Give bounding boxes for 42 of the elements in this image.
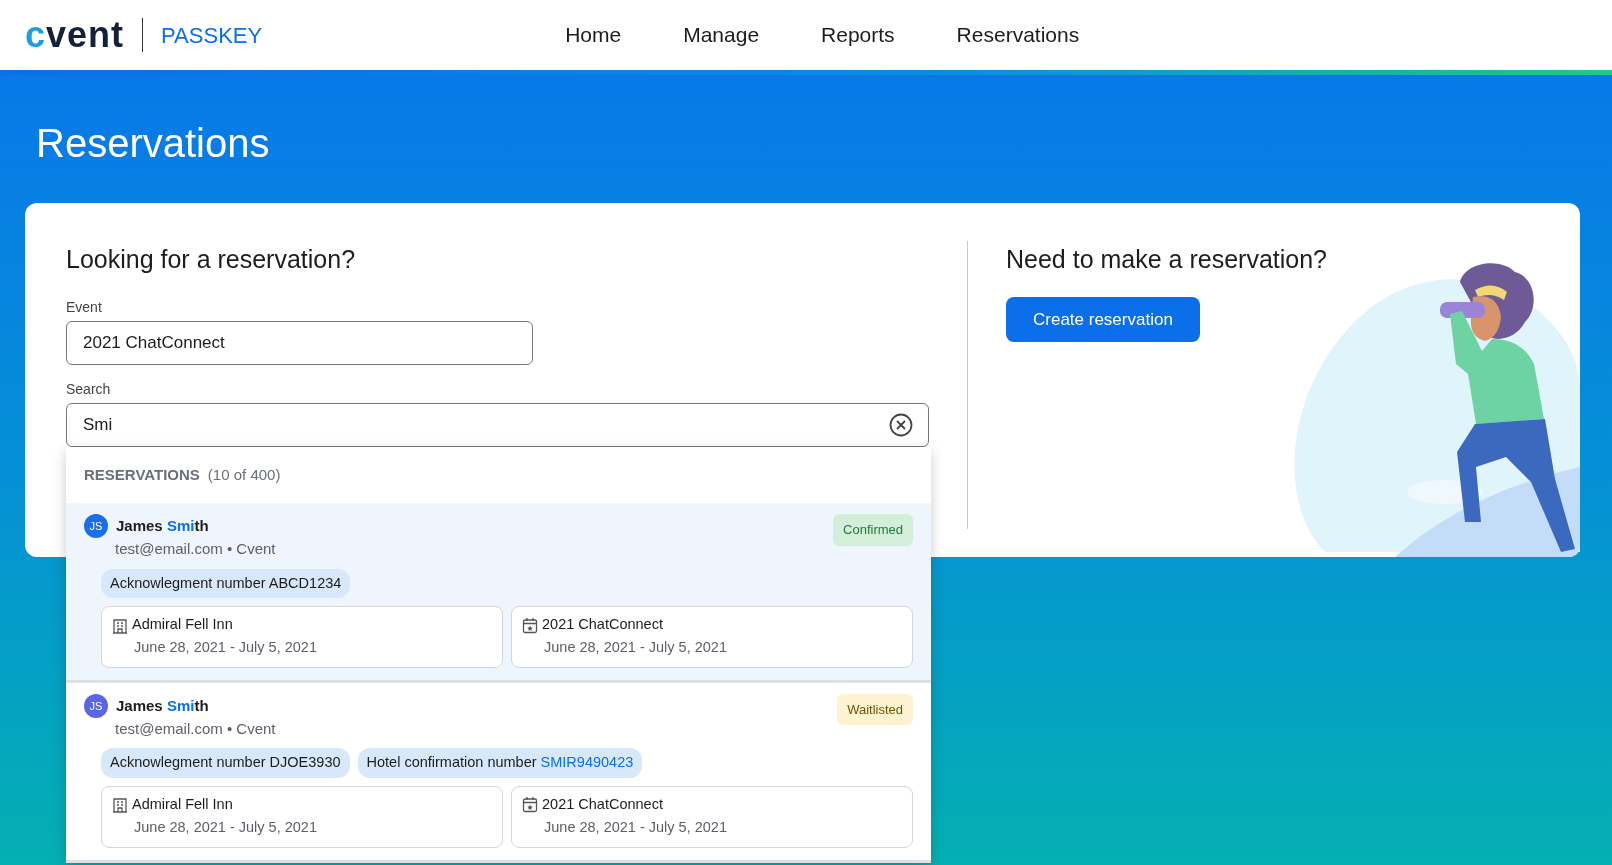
nav-link[interactable]: Reports xyxy=(790,19,926,51)
building-icon xyxy=(112,796,128,814)
reference-number: Acknowlegment number DJOE3930 xyxy=(101,748,350,778)
avatar: JS xyxy=(84,514,108,538)
nav-link[interactable]: Home xyxy=(534,19,653,51)
field-label: Search xyxy=(66,379,112,399)
detail-title: 2021 ChatConnect xyxy=(542,615,663,635)
status-badge: Confirmed xyxy=(833,514,913,546)
status-badge: Waitlisted xyxy=(837,693,913,726)
field-label: Event xyxy=(66,297,103,317)
detail-dates: June 28, 2021 - July 5, 2021 xyxy=(544,817,728,837)
guest-name: James Smith xyxy=(116,515,209,536)
page-title: Reservations xyxy=(35,120,271,167)
section-heading: Looking for a reservation? xyxy=(66,244,357,275)
detail-title: Admiral Fell Inn xyxy=(132,615,233,635)
search-field[interactable]: Smi xyxy=(66,402,929,447)
reference-number: Hotel confirmation number SMIR9490423 xyxy=(357,748,643,778)
confirmation-link[interactable]: SMIR9490423 xyxy=(540,754,634,771)
detail-dates: June 28, 2021 - July 5, 2021 xyxy=(544,638,728,657)
calendar-icon xyxy=(522,796,538,814)
detail-dates: June 28, 2021 - July 5, 2021 xyxy=(134,638,318,657)
event-field[interactable]: 2021 ChatConnect xyxy=(66,320,533,365)
reference-number: Acknowlegment number ABCD1234 xyxy=(101,568,351,599)
section-heading: Need to make a reservation? xyxy=(1006,244,1327,275)
building-icon xyxy=(112,616,128,634)
detail-dates: June 28, 2021 - July 5, 2021 xyxy=(134,817,318,837)
logo: cvent xyxy=(25,17,125,53)
clear-icon[interactable] xyxy=(889,412,913,437)
guest-email-company: test@email.com • Cvent xyxy=(115,718,276,739)
detail-title: 2021 ChatConnect xyxy=(542,795,663,814)
results-count: (10 of 400) xyxy=(207,464,281,485)
product-name: PASSKEY xyxy=(161,21,263,50)
create-reservation-button[interactable]: Create reservation xyxy=(1006,296,1200,342)
calendar-icon xyxy=(522,616,538,634)
guest-email-company: test@email.com • Cvent xyxy=(115,539,276,559)
detail-title: Admiral Fell Inn xyxy=(132,795,233,814)
reservation-row[interactable]: JS James Smith test@email.com • Cvent Confirmed Acknowlegment number ABCD1234 Admiral Fell Inn June 28, 2021 - July 5, 2021 2021 ChatConnect June 28, 2021 - July 5, 2021 xyxy=(66,503,931,683)
results-heading: RESERVATIONS xyxy=(84,464,200,485)
nav-link[interactable]: Reservations xyxy=(925,19,1111,51)
avatar: JS xyxy=(84,693,108,718)
guest-name: James Smith xyxy=(116,695,209,716)
nav-link[interactable]: Manage xyxy=(652,19,791,51)
